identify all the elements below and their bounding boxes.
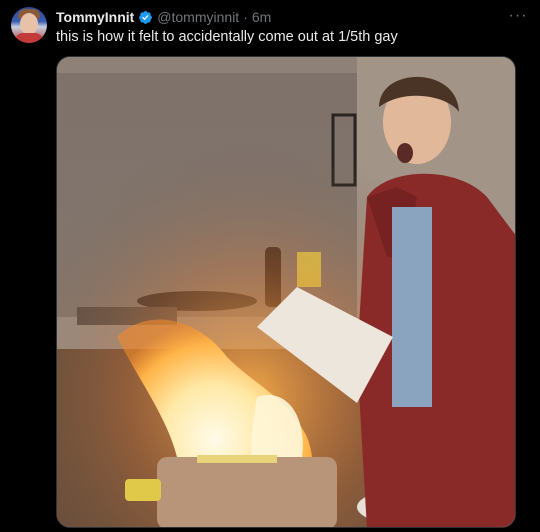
display-name[interactable]: TommyInnit bbox=[56, 9, 134, 25]
tweet-media-image[interactable] bbox=[56, 56, 516, 528]
verified-badge-icon bbox=[139, 10, 153, 24]
yellow-item bbox=[125, 479, 161, 501]
separator-dot: · bbox=[243, 9, 248, 25]
more-options-icon[interactable]: ··· bbox=[508, 6, 528, 26]
tweet-text: this is how it felt to accidentally come… bbox=[56, 29, 398, 45]
media-illustration bbox=[57, 57, 515, 527]
timestamp[interactable]: 6m bbox=[252, 9, 271, 25]
handle[interactable]: @tommyinnit bbox=[157, 9, 239, 25]
person-shirt bbox=[392, 207, 432, 407]
toaster bbox=[157, 457, 337, 527]
person-mouth bbox=[397, 143, 413, 163]
tweet-header: TommyInnit @tommyinnit · 6m bbox=[56, 7, 510, 27]
avatar-face bbox=[20, 13, 38, 35]
avatar[interactable] bbox=[11, 7, 47, 43]
avatar-shirt bbox=[15, 33, 43, 43]
toaster-slot bbox=[197, 455, 277, 463]
